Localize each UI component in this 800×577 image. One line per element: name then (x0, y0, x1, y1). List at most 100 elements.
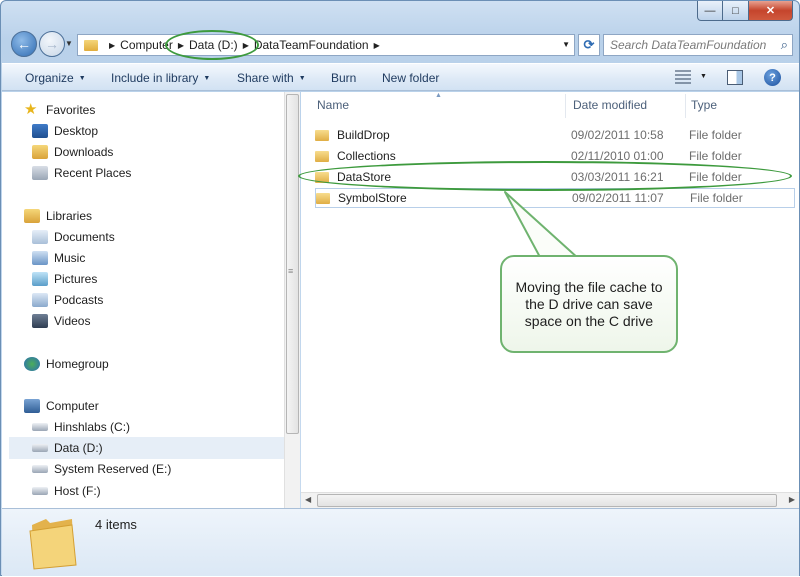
music-icon (32, 251, 48, 265)
folder-icon (315, 129, 329, 141)
details-pane: 4 items (2, 508, 799, 576)
videos-icon (32, 314, 48, 328)
help-icon[interactable]: ? (764, 69, 781, 86)
breadcrumb-datateamfoundation[interactable]: DataTeamFoundation (254, 38, 369, 52)
sidebar-item-desktop[interactable]: Desktop (32, 120, 314, 142)
items-count: 4 items (95, 517, 137, 532)
search-input[interactable]: Search DataTeamFoundation ⌕ (603, 34, 793, 56)
sidebar-item-label: Homegroup (46, 357, 109, 371)
organize-button[interactable]: Organize ▼ (25, 71, 86, 85)
refresh-button[interactable]: ⟳ (578, 34, 600, 56)
burn-button[interactable]: Burn (331, 71, 356, 85)
search-icon[interactable]: ⌕ (781, 37, 788, 53)
scroll-left-icon[interactable]: ◀ (305, 495, 311, 504)
drive-icon (32, 423, 48, 431)
recent-places-icon (32, 166, 48, 180)
sidebar-item-label: Recent Places (54, 166, 132, 180)
search-placeholder: Search DataTeamFoundation (610, 38, 767, 52)
downloads-icon (32, 145, 48, 159)
sort-ascending-icon: ▲ (435, 92, 442, 99)
sidebar-item-favorites[interactable]: ★ Favorites (24, 99, 306, 121)
column-header-date-modified[interactable]: Date modified (573, 98, 647, 112)
file-date: 09/02/2011 10:58 (571, 128, 664, 142)
homegroup-icon (24, 357, 40, 371)
sidebar-item-system-reserved[interactable]: System Reserved (E:) (32, 458, 314, 480)
sidebar-item-data-drive[interactable]: Data (D:) (9, 437, 284, 459)
address-highlight-ellipse (165, 30, 259, 60)
chevron-right-icon[interactable]: ▶ (374, 41, 380, 50)
sidebar-item-label: Computer (46, 399, 99, 413)
sidebar-item-label: System Reserved (E:) (54, 462, 172, 476)
include-in-library-button[interactable]: Include in library ▼ (111, 71, 210, 85)
file-date: 09/02/2011 11:07 (572, 191, 664, 205)
recent-pages-dropdown-icon[interactable]: ▼ (65, 39, 73, 48)
chevron-right-icon[interactable]: ▶ (109, 41, 115, 50)
sidebar-item-pictures[interactable]: Pictures (32, 268, 314, 290)
column-divider[interactable] (565, 94, 566, 118)
computer-icon (24, 399, 40, 413)
drive-icon (32, 444, 48, 452)
navigation-pane: ★ Favorites Desktop Downloads Recent Pla… (2, 92, 284, 508)
scrollbar-thumb[interactable] (286, 94, 299, 434)
view-dropdown-icon[interactable]: ▼ (700, 73, 707, 80)
file-name: SymbolStore (338, 191, 407, 205)
maximize-button[interactable]: □ (723, 1, 749, 21)
desktop-icon (32, 124, 48, 138)
sidebar-item-music[interactable]: Music (32, 247, 314, 269)
column-header-name[interactable]: Name (317, 98, 349, 112)
sidebar-item-homegroup[interactable]: Homegroup (24, 353, 306, 375)
file-type: File folder (689, 149, 742, 163)
sidebar-item-downloads[interactable]: Downloads (32, 141, 314, 163)
drive-icon (32, 487, 48, 495)
minimize-button[interactable]: — (697, 1, 723, 21)
sidebar-item-label: Hinshlabs (C:) (54, 420, 131, 434)
scrollbar-thumb[interactable] (317, 494, 777, 507)
back-arrow-icon[interactable]: ← (11, 31, 37, 57)
sidebar-item-documents[interactable]: Documents (32, 226, 314, 248)
sidebar-item-label: Documents (54, 230, 115, 244)
table-row[interactable]: SymbolStore 09/02/2011 11:07 File folder (315, 188, 795, 208)
forward-arrow-icon[interactable]: → (39, 31, 65, 57)
sidebar-item-label: Desktop (54, 124, 99, 138)
datastore-highlight-ellipse (298, 161, 792, 191)
folder-icon (29, 519, 77, 570)
drive-icon (32, 465, 48, 473)
callout-text: Moving the file cache to the D drive can… (515, 278, 663, 329)
sidebar-item-label: Data (D:) (54, 441, 103, 455)
horizontal-scrollbar[interactable]: ◀ ▶ (301, 492, 799, 508)
close-button[interactable]: ✕ (749, 1, 793, 21)
address-bar[interactable]: ▶ Computer ▶ Data (D:) ▶ DataTeamFoundat… (77, 34, 575, 56)
sidebar-item-computer[interactable]: Computer (24, 395, 306, 417)
new-folder-button[interactable]: New folder (382, 71, 439, 85)
sidebar-item-label: Host (F:) (54, 484, 101, 498)
preview-pane-icon[interactable] (727, 70, 743, 85)
sidebar-item-label: Videos (54, 314, 91, 328)
sidebar-item-libraries[interactable]: Libraries (24, 205, 306, 227)
sidebar-item-label: Downloads (54, 145, 114, 159)
column-header-type[interactable]: Type (691, 98, 717, 112)
sidebar-item-label: Pictures (54, 272, 98, 286)
sidebar-item-label: Podcasts (54, 293, 104, 307)
caption-buttons: — □ ✕ (697, 1, 793, 21)
share-with-button[interactable]: Share with ▼ (237, 71, 306, 85)
callout-note: Moving the file cache to the D drive can… (500, 255, 678, 353)
sidebar-item-videos[interactable]: Videos (32, 310, 314, 332)
sidebar-item-hinshlabs[interactable]: Hinshlabs (C:) (32, 416, 314, 438)
libraries-icon (24, 209, 40, 223)
scroll-right-icon[interactable]: ▶ (789, 495, 795, 504)
sidebar-item-host[interactable]: Host (F:) (32, 480, 314, 502)
address-dropdown-icon[interactable]: ▼ (562, 40, 570, 49)
file-name: BuildDrop (337, 128, 390, 142)
sidebar-item-label: Music (54, 251, 86, 265)
column-divider[interactable] (685, 94, 686, 118)
sidebar-item-recent-places[interactable]: Recent Places (32, 162, 314, 184)
file-type: File folder (689, 128, 742, 142)
star-icon: ★ (24, 101, 38, 118)
explorer-window: — □ ✕ ← → ▼ ▶ Computer ▶ Data (D:) ▶ Dat… (0, 0, 800, 576)
navigation-scrollbar[interactable]: ≡ (284, 92, 300, 508)
sidebar-item-podcasts[interactable]: Podcasts (32, 289, 314, 311)
table-row[interactable]: BuildDrop 09/02/2011 10:58 File folder (315, 125, 795, 145)
podcasts-icon (32, 293, 48, 307)
sidebar-item-label: Favorites (46, 103, 96, 117)
change-view-icon[interactable] (675, 70, 691, 84)
